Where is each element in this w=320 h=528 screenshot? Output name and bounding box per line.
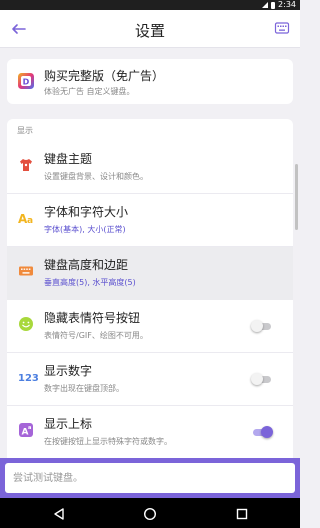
setting-show-superscript[interactable]: Aa 显示上标 在按键按钮上显示特殊字符或数字。 xyxy=(7,406,293,458)
test-input-bar xyxy=(0,458,300,498)
app-logo-icon: D xyxy=(17,72,35,90)
hide-emoji-toggle[interactable] xyxy=(251,320,273,332)
tshirt-icon xyxy=(18,157,34,173)
smiley-icon xyxy=(18,316,34,332)
nav-recents-icon[interactable] xyxy=(235,506,249,520)
setting-hide-emoji[interactable]: 隐藏表情符号按钮 表情符号/GIF、绘图不可用。 xyxy=(7,300,293,353)
setting-title: 字体和字符大小 xyxy=(44,205,129,219)
setting-title: 隐藏表情符号按钮 xyxy=(44,311,141,325)
superscript-icon: Aa xyxy=(18,422,34,438)
status-time: 2:34 xyxy=(278,0,296,9)
show-superscript-toggle[interactable] xyxy=(251,426,273,438)
premium-card[interactable]: D 购买完整版（免广告） 体验无广告 自定义键盘。 xyxy=(7,59,293,104)
battery-icon xyxy=(271,1,276,9)
setting-subtitle: 在按键按钮上显示特殊字符或数字。 xyxy=(44,437,172,446)
setting-subtitle: 表情符号/GIF、绘图不可用。 xyxy=(44,331,148,340)
setting-keyboard-theme[interactable]: 键盘主题 设置键盘背景、设计和颜色。 xyxy=(7,141,293,194)
display-section: 显示 键盘主题 设置键盘背景、设计和颜色。 Aa 字体和字符大小 字体(基本),… xyxy=(7,119,293,458)
nav-back-icon[interactable] xyxy=(52,506,66,520)
setting-subtitle: 数字出现在键盘顶部。 xyxy=(44,384,124,393)
keyboard-icon[interactable] xyxy=(274,20,290,36)
setting-subtitle: 垂直高度(5), 水平高度(5) xyxy=(44,278,136,287)
setting-subtitle: 字体(基本), 大小(正常) xyxy=(44,225,126,234)
premium-row[interactable]: D 购买完整版（免广告） 体验无广告 自定义键盘。 xyxy=(7,59,293,104)
scrollbar[interactable] xyxy=(295,164,298,230)
keyboard-size-icon xyxy=(18,263,34,279)
status-bar: 2:34 xyxy=(0,0,300,10)
svg-text:a: a xyxy=(27,216,33,226)
signal-icon xyxy=(262,2,269,8)
numbers-icon: 123 xyxy=(18,369,39,385)
setting-keyboard-height[interactable]: 键盘高度和边距 垂直高度(5), 水平高度(5) xyxy=(7,247,293,300)
section-label-display: 显示 xyxy=(17,126,33,135)
premium-subtitle: 体验无广告 自定义键盘。 xyxy=(44,87,135,96)
setting-title: 显示上标 xyxy=(44,417,93,431)
page-title: 设置 xyxy=(134,22,165,40)
setting-title: 显示数字 xyxy=(44,364,93,378)
setting-title: 键盘高度和边距 xyxy=(44,258,129,272)
setting-subtitle: 设置键盘背景、设计和颜色。 xyxy=(44,172,148,181)
setting-font-size[interactable]: Aa 字体和字符大小 字体(基本), 大小(正常) xyxy=(7,194,293,247)
show-numbers-toggle[interactable] xyxy=(251,373,273,385)
app-bar: 设置 xyxy=(0,10,300,48)
setting-title: 键盘主题 xyxy=(44,152,93,166)
premium-title: 购买完整版（免广告） xyxy=(44,69,165,83)
svg-text:123: 123 xyxy=(18,373,38,384)
font-size-icon: Aa xyxy=(18,210,34,226)
nav-home-icon[interactable] xyxy=(143,506,157,521)
settings-list[interactable]: D 购买完整版（免广告） 体验无广告 自定义键盘。 显示 键盘主题 设置键盘背景… xyxy=(0,48,300,458)
svg-text:a: a xyxy=(28,425,31,431)
setting-show-numbers[interactable]: 123 显示数字 数字出现在键盘顶部。 xyxy=(7,353,293,406)
navigation-bar xyxy=(0,498,300,528)
test-keyboard-input[interactable] xyxy=(5,463,295,493)
svg-text:D: D xyxy=(23,77,30,86)
